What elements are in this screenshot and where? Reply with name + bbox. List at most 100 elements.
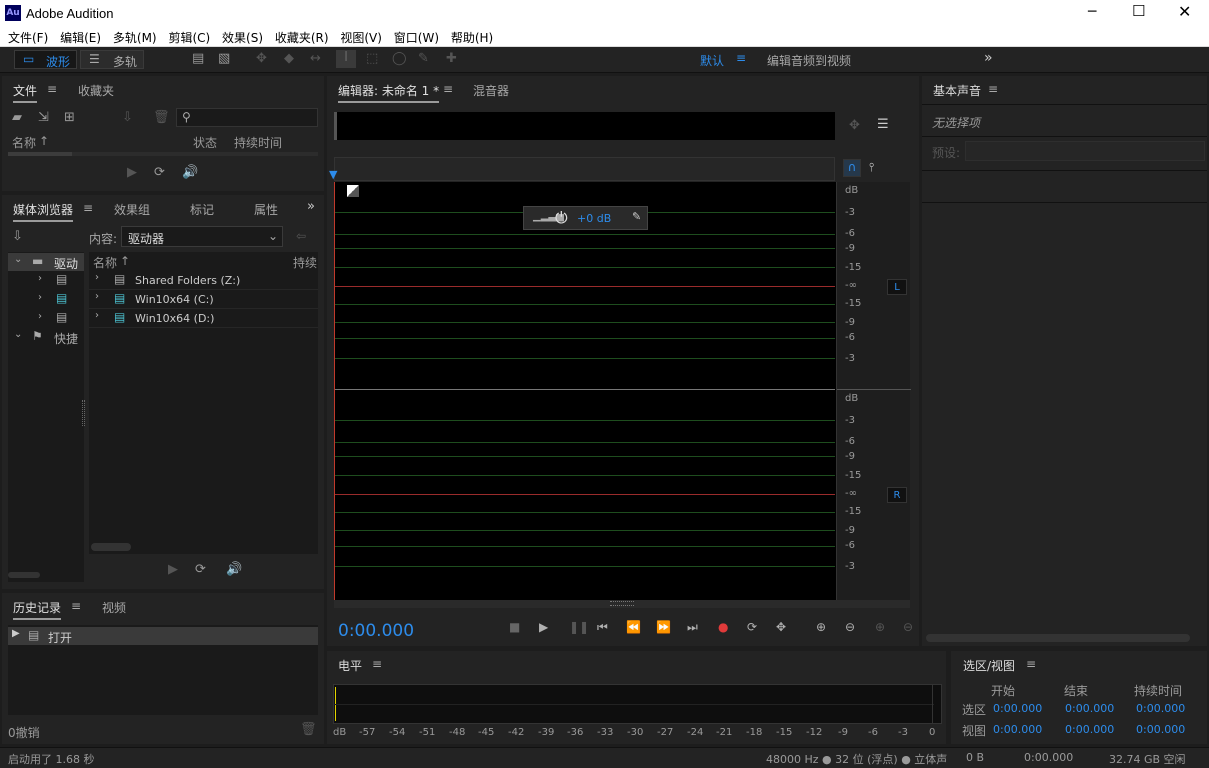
lasso-tool-icon[interactable]: ◯ [392,51,407,66]
tab-effects-rack[interactable]: 效果组 [114,201,150,218]
col-duration[interactable]: 持续时间 [234,134,282,151]
loop-icon[interactable]: ⟳ [154,165,165,180]
marquee-tool-icon[interactable]: ⬚ [366,51,378,66]
selection-duration[interactable]: 0:00.000 [1136,702,1185,715]
workspace-edit-video[interactable]: 编辑音频到视频 [767,52,851,69]
content-select[interactable]: 驱动器 ⌄ [121,226,283,247]
menu-clip[interactable]: 剪辑(C) [164,26,214,46]
brush-tool-icon[interactable]: ✎ [418,51,429,66]
zoom-out-time-icon[interactable]: ⊖ [903,620,913,634]
zoom-fit-icon[interactable]: ✥ [849,118,860,133]
tab-favorites[interactable]: 收藏夹 [78,82,114,99]
essential-sound-menu-icon[interactable]: ≡ [988,82,998,96]
menu-help[interactable]: 帮助(H) [447,26,497,46]
snap-icon[interactable]: ∩ [843,159,861,177]
list-scrollbar[interactable] [91,543,131,551]
menu-favorites[interactable]: 收藏夹(R) [271,26,333,46]
horizontal-scrollbar[interactable] [334,600,910,608]
gain-value[interactable]: +0 dB [577,212,611,225]
marker-pin-icon[interactable]: ⫯ [869,160,874,175]
chevron-down-icon[interactable]: ⌄ [14,329,22,340]
slip-tool-icon[interactable]: ↔ [310,51,321,66]
col-status[interactable]: 状态 [193,134,217,151]
files-search-input[interactable]: ⚲ [176,108,318,127]
history-item[interactable]: ▶ ▤ 打开 [8,627,318,645]
selection-start[interactable]: 0:00.000 [993,702,1042,715]
import-icon[interactable]: ⇲ [38,110,49,125]
essential-scrollbar[interactable] [926,634,1190,642]
clip-gain-corner-icon[interactable] [347,185,359,197]
tab-mixer[interactable]: 混音器 [473,82,509,99]
waveform-display[interactable] [334,182,836,600]
expand-icon[interactable]: › [38,292,42,303]
files-scrollbar[interactable] [8,152,318,156]
back-arrow-icon[interactable]: ⇦ [296,229,306,243]
editor-tab-menu-icon[interactable]: ≡ [443,82,453,96]
expand-icon[interactable]: › [38,311,42,322]
channel-l-button[interactable]: L [887,279,907,295]
media-tab-menu-icon[interactable]: ≡ [83,201,93,215]
list-item[interactable]: › ▤ Shared Folders (Z:) [89,271,318,290]
skip-selection-icon[interactable]: ✥ [776,620,786,634]
download-icon[interactable]: ⇩ [12,229,23,244]
workspace-menu-icon[interactable]: ≡ [736,51,746,65]
move-tool-icon[interactable]: ✥ [256,51,267,66]
files-tab-menu-icon[interactable]: ≡ [47,82,57,96]
healing-tool-icon[interactable]: ✚ [446,51,457,66]
menu-window[interactable]: 窗口(W) [390,26,443,46]
spectral-frequency-icon[interactable]: ▤ [192,51,204,66]
multitrack-view-button[interactable]: ☰ 多轨 [80,50,144,69]
time-selection-tool-icon[interactable]: I [336,50,356,68]
expand-icon[interactable]: › [38,273,42,284]
gain-knob-icon[interactable]: ⏻ [555,208,568,228]
col-duration[interactable]: 持续 [293,254,317,271]
minimize-button[interactable]: ─ [1088,4,1096,20]
menu-effects[interactable]: 效果(S) [218,26,267,46]
tab-media-browser[interactable]: 媒体浏览器 [13,201,74,222]
list-item[interactable]: › ▤ Win10x64 (C:) [89,290,318,309]
razor-tool-icon[interactable]: ◆ [284,51,294,66]
open-folder-icon[interactable]: ▰ [12,110,22,125]
skip-next-icon[interactable]: ⏭ [687,620,698,635]
pause-icon[interactable]: ❚❚ [569,620,589,634]
delete-icon[interactable]: 🗑 [300,722,317,737]
tab-files[interactable]: 文件 [13,82,38,103]
menu-file[interactable]: 文件(F) [4,26,52,46]
stop-icon[interactable]: ■ [509,620,520,634]
waveform-view-button[interactable]: ▭ 波形 [14,50,77,69]
zoom-in-amplitude-icon[interactable]: ⊕ [816,620,826,634]
autoplay-icon[interactable]: 🔊 [182,165,198,180]
new-file-icon[interactable]: ⊞ [64,110,75,125]
timeline-ruler[interactable] [334,157,835,181]
view-duration[interactable]: 0:00.000 [1136,723,1185,736]
channel-r-button[interactable]: R [887,487,907,503]
overview-bar[interactable] [334,112,835,140]
preset-select[interactable] [965,141,1205,161]
splitter-handle[interactable] [82,400,85,426]
list-item[interactable]: › ▤ Win10x64 (D:) [89,309,318,328]
view-start[interactable]: 0:00.000 [993,723,1042,736]
playhead-marker-icon[interactable]: ▼ [329,168,337,181]
autoplay-icon[interactable]: 🔊 [226,562,242,577]
play-icon[interactable]: ▶ [127,165,137,180]
menu-view[interactable]: 视图(V) [336,26,386,46]
selection-end[interactable]: 0:00.000 [1065,702,1114,715]
menu-multitrack[interactable]: 多轨(M) [109,26,161,46]
history-tab-menu-icon[interactable]: ≡ [71,599,81,613]
fast-forward-icon[interactable]: ⏩ [656,620,671,634]
tab-history[interactable]: 历史记录 [13,599,62,620]
tab-properties[interactable]: 属性 [254,201,278,218]
gain-hud[interactable]: ▁▂▃▅ ⏻ +0 dB ✎ [523,206,648,230]
skip-previous-icon[interactable]: ⏮ [597,620,608,635]
workspace-default[interactable]: 默认 [700,52,724,69]
rewind-icon[interactable]: ⏪ [626,620,641,634]
more-workspaces-icon[interactable]: » [984,50,993,66]
play-icon[interactable]: ▶ [168,562,178,577]
loop-icon[interactable]: ⟳ [195,562,206,577]
tree-item-drives[interactable]: ⌄ ▬ 驱动 [8,253,84,271]
spectral-pitch-icon[interactable]: ▧ [218,51,230,66]
col-name[interactable]: 名称 [93,254,117,271]
col-name[interactable]: 名称 [12,134,36,151]
delete-icon[interactable]: 🗑 [153,110,170,125]
insert-icon[interactable]: ⇩ [122,110,133,125]
